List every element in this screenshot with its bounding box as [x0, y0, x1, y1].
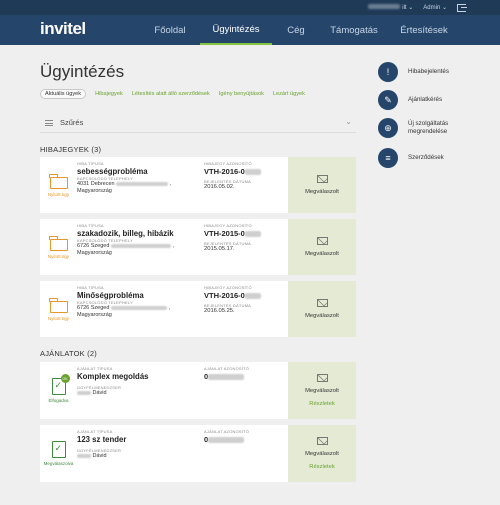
folder-icon [49, 173, 68, 189]
main-navbar: invitel Főoldal Ügyintézés Cég Támogatás… [0, 15, 500, 45]
chevron-down-icon: ⌄ [441, 5, 447, 11]
subtab-closed[interactable]: Lezárt ügyek [273, 91, 305, 97]
offer-action[interactable]: Megválaszolt Részletek [288, 425, 356, 482]
ok-badge: OK [60, 374, 70, 383]
ticket-status: Nyitott ügy [47, 191, 70, 197]
contract-icon: ≡ [378, 148, 398, 168]
section-tickets-title: HIBAJEGYEK (3) [40, 145, 102, 154]
ticket-card[interactable]: Nyitott ügy HIBA TÍPUSA sebességprobléma… [40, 157, 356, 213]
label-offer-id: AJÁNLAT AZONOSÍTÓ [204, 429, 250, 434]
chevron-down-icon: ⌄ [408, 5, 414, 11]
subtab-current[interactable]: Aktuális ügyek [40, 89, 87, 99]
label-ticket-id: HIBAJEGY AZONOSÍTÓ [204, 161, 252, 166]
ticket-action-label: Megválaszolt [305, 189, 339, 195]
ticket-date: 2016.05.25. [204, 308, 235, 314]
right-menu-request-offer[interactable]: ✎ Ajánlatkérés [378, 90, 442, 110]
folder-icon [49, 235, 68, 251]
section-offers-title: AJÁNLATOK (2) [40, 349, 97, 358]
nav-support[interactable]: Támogatás [320, 15, 388, 45]
ticket-status: Nyitott ügy [47, 253, 70, 259]
nav-company[interactable]: Cég [272, 15, 320, 45]
subtab-contracts[interactable]: Létesítés alatt álló szerződések [132, 91, 210, 97]
alert-icon: ! [378, 62, 398, 82]
offer-status: Megválaszolva [43, 461, 74, 466]
offer-action-label: Megválaszolt [305, 388, 339, 394]
label-offer-type: AJÁNLAT TÍPUSA [77, 366, 113, 371]
ticket-action[interactable]: Megválaszolt [288, 219, 356, 275]
ticket-date: 2015.05.17. [204, 246, 235, 252]
logo[interactable]: invitel [40, 19, 86, 39]
logout-icon[interactable] [457, 3, 467, 12]
envelope-icon [316, 175, 328, 183]
filter-bar[interactable]: Szűrés ⌄ [40, 113, 356, 133]
ticket-card[interactable]: Nyitott ügy HIBA TÍPUSA szakadozik, bill… [40, 219, 356, 275]
envelope-icon [316, 237, 328, 245]
right-menu-report-fault[interactable]: ! Hibabejelentés [378, 62, 449, 82]
chevron-down-icon[interactable]: ⌄ [345, 117, 352, 126]
nav-administration[interactable]: Ügyintézés [200, 15, 272, 45]
cart-icon: ⊕ [378, 118, 398, 138]
right-menu-new-service[interactable]: ⊕ Új szolgáltatás megrendelése [378, 118, 472, 138]
offer-type: 123 sz tender [77, 435, 127, 444]
ticket-action-label: Megválaszolt [305, 251, 339, 257]
document-check-icon: OK [51, 374, 70, 395]
admin-menu[interactable]: Admin ⌄ [423, 4, 447, 11]
offer-id: 0 [204, 372, 249, 381]
offer-details-link[interactable]: Részletek [309, 401, 334, 407]
ticket-id: VTH-2016-0 [204, 167, 261, 176]
offer-contact: Dávid [77, 390, 288, 397]
page-title: Ügyintézés [40, 62, 125, 81]
envelope-icon [316, 299, 328, 307]
offer-type: Komplex megoldás [77, 372, 149, 381]
offer-card[interactable]: OK Elfogadva AJÁNLAT TÍPUSA Komplex mego… [40, 362, 356, 419]
subtab-requests[interactable]: Igény benyújtások [219, 91, 264, 97]
offer-contact: Dávid [77, 453, 288, 460]
document-check-icon [51, 441, 66, 458]
offer-status: Elfogadva [48, 398, 69, 403]
envelope-icon [316, 374, 328, 382]
label-ticket-id: HIBAJEGY AZONOSÍTÓ [204, 285, 252, 290]
filter-label: Szűrés [60, 118, 84, 127]
label-ticket-id: HIBAJEGY AZONOSÍTÓ [204, 223, 252, 228]
top-bar: ilt ⌄ Admin ⌄ [0, 0, 500, 15]
offer-icon: ✎ [378, 90, 398, 110]
ticket-card[interactable]: Nyitott ügy HIBA TÍPUSA Minőségprobléma … [40, 281, 356, 337]
user-menu[interactable]: ilt ⌄ [368, 4, 413, 11]
label-offer-id: AJÁNLAT AZONOSÍTÓ [204, 366, 250, 371]
offer-card[interactable]: Megválaszolva AJÁNLAT TÍPUSA 123 sz tend… [40, 425, 356, 482]
ticket-action[interactable]: Megválaszolt [288, 281, 356, 337]
offer-action[interactable]: Megválaszolt Részletek [288, 362, 356, 419]
ticket-id: VTH-2015-0 [204, 229, 261, 238]
nav-home[interactable]: Főoldal [140, 15, 200, 45]
ticket-status: Nyitott ügy [47, 315, 70, 321]
ticket-date: 2016.05.02. [204, 184, 235, 190]
envelope-icon [316, 437, 328, 445]
filter-icon [45, 119, 53, 126]
folder-icon [49, 297, 68, 313]
offer-details-link[interactable]: Részletek [309, 464, 334, 470]
subtabs: Aktuális ügyek Hibajegyek Létesítés alat… [40, 89, 305, 99]
right-menu-contracts[interactable]: ≡ Szerződések [378, 148, 444, 168]
ticket-action-label: Megválaszolt [305, 313, 339, 319]
offer-action-label: Megválaszolt [305, 451, 339, 457]
label-offer-type: AJÁNLAT TÍPUSA [77, 429, 113, 434]
ticket-id: VTH-2016-0 [204, 291, 261, 300]
main-nav: Főoldal Ügyintézés Cég Támogatás Értesít… [140, 15, 460, 45]
ticket-action[interactable]: Megválaszolt [288, 157, 356, 213]
subtab-tickets[interactable]: Hibajegyek [95, 91, 123, 97]
nav-notifications[interactable]: Értesítések [388, 15, 460, 45]
offer-id: 0 [204, 435, 249, 444]
